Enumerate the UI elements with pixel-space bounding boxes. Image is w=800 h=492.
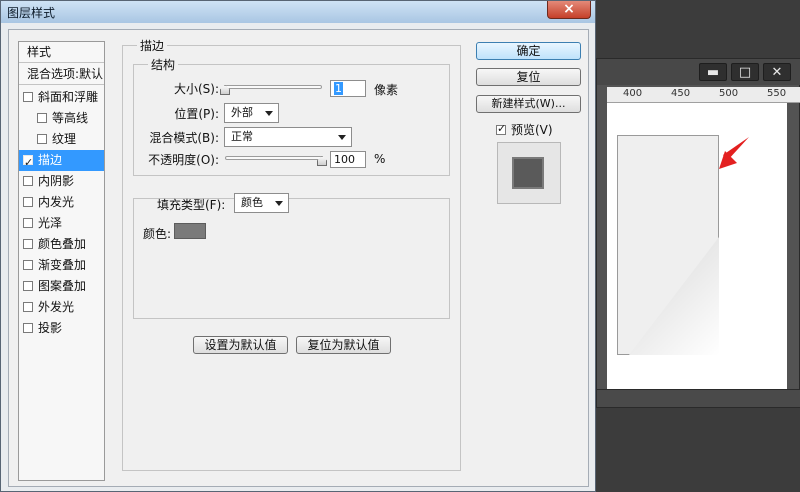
horizontal-ruler: 400 450 500 550 — [607, 87, 800, 103]
style-item-stroke[interactable]: 描边 — [19, 150, 104, 173]
new-style-button[interactable]: 新建样式(W)... — [476, 95, 581, 113]
checkbox[interactable] — [23, 197, 33, 207]
checkbox[interactable] — [37, 113, 47, 123]
stroke-section-title: 描边 — [137, 37, 168, 54]
checkbox[interactable] — [23, 302, 33, 312]
style-item-texture[interactable]: 纹理 — [19, 129, 104, 150]
reset-button[interactable]: 复位 — [476, 68, 581, 86]
make-default-button[interactable]: 设置为默认值 — [193, 336, 288, 354]
size-slider[interactable] — [225, 85, 322, 89]
opacity-label: 不透明度(O): — [148, 153, 219, 167]
blend-mode-label: 混合模式(B): — [149, 131, 219, 145]
style-item-color-overlay[interactable]: 颜色叠加 — [19, 234, 104, 255]
checkbox[interactable] — [23, 92, 33, 102]
preview-label: 预览(V) — [511, 123, 553, 137]
style-item-inner-shadow[interactable]: 内阴影 — [19, 171, 104, 192]
ruler-tick: 450 — [671, 88, 691, 99]
horizontal-scrollbar[interactable] — [597, 389, 800, 407]
style-preview-box — [497, 142, 561, 204]
opacity-input[interactable]: 100 — [330, 151, 366, 168]
chevron-down-icon — [265, 111, 273, 116]
dialog-body: 样式 混合选项:默认 斜面和浮雕 等高线 纹理 描边 内阴影 内发光 光泽 — [8, 29, 589, 487]
opacity-unit: % — [374, 152, 386, 166]
color-swatch[interactable] — [174, 223, 206, 239]
size-label: 大小(S): — [173, 82, 219, 96]
checkbox[interactable] — [23, 218, 33, 228]
style-item-outer-glow[interactable]: 外发光 — [19, 297, 104, 318]
structure-group-title: 结构 — [148, 56, 179, 73]
layer-style-dialog: 图层样式 × 样式 混合选项:默认 斜面和浮雕 等高线 纹理 描边 内阴影 内发 — [0, 0, 596, 492]
style-item-label: 纹理 — [52, 132, 77, 146]
maximize-icon[interactable]: □ — [731, 63, 759, 81]
style-item-label: 等高线 — [52, 111, 89, 125]
preview-checkbox[interactable] — [496, 122, 506, 135]
fill-type-select[interactable]: 颜色 — [234, 193, 289, 213]
style-item-label: 图案叠加 — [38, 279, 87, 293]
document-window-titlebar: ▬ □ ✕ — [597, 59, 800, 85]
style-item-label: 投影 — [38, 321, 63, 335]
dialog-titlebar[interactable]: 图层样式 × — [1, 1, 595, 23]
style-item-label: 颜色叠加 — [38, 237, 87, 251]
style-item-label: 外发光 — [38, 300, 75, 314]
background-document-window: ▬ □ ✕ 400 450 500 550 — [596, 58, 800, 408]
position-label: 位置(P): — [174, 107, 219, 121]
position-select[interactable]: 外部 — [224, 103, 279, 123]
preview-toggle[interactable]: 预览(V) — [496, 121, 553, 138]
blend-mode-select[interactable]: 正常 — [224, 127, 352, 147]
style-item-contour[interactable]: 等高线 — [19, 108, 104, 129]
checkbox-checked[interactable] — [23, 152, 33, 173]
ruler-tick: 550 — [767, 88, 787, 99]
style-item-pattern-overlay[interactable]: 图案叠加 — [19, 276, 104, 297]
stroke-section: 描边 结构 大小(S): 1 像素 位置(P): 外部 混合模式(B): 正常 … — [122, 37, 461, 471]
checkbox[interactable] — [23, 239, 33, 249]
style-item-label: 渐变叠加 — [38, 258, 87, 272]
style-item-satin[interactable]: 光泽 — [19, 213, 104, 234]
color-label: 颜色: — [143, 227, 172, 241]
style-item-label: 光泽 — [38, 216, 63, 230]
close-icon[interactable]: ✕ — [763, 63, 791, 81]
ok-button[interactable]: 确定 — [476, 42, 581, 60]
style-item-drop-shadow[interactable]: 投影 — [19, 318, 104, 339]
size-input[interactable]: 1 — [330, 80, 366, 97]
style-list: 样式 混合选项:默认 斜面和浮雕 等高线 纹理 描边 内阴影 内发光 光泽 — [18, 41, 105, 481]
style-item-bevel-emboss[interactable]: 斜面和浮雕 — [19, 87, 104, 108]
checkbox[interactable] — [23, 176, 33, 186]
ruler-tick: 400 — [623, 88, 643, 99]
blending-options-item[interactable]: 混合选项:默认 — [19, 64, 104, 85]
structure-group: 结构 大小(S): 1 像素 位置(P): 外部 混合模式(B): 正常 不透明… — [133, 56, 450, 176]
checkbox[interactable] — [23, 323, 33, 333]
style-preview-swatch — [512, 157, 544, 189]
fill-group: 填充类型(F): 颜色 颜色: — [133, 193, 450, 319]
size-unit: 像素 — [374, 83, 399, 97]
style-item-label: 内阴影 — [38, 174, 75, 188]
chevron-down-icon — [275, 201, 283, 206]
style-item-gradient-overlay[interactable]: 渐变叠加 — [19, 255, 104, 276]
red-arrow-icon — [719, 137, 749, 169]
style-item-label: 内发光 — [38, 195, 75, 209]
checkbox[interactable] — [23, 281, 33, 291]
document-canvas[interactable] — [607, 103, 787, 389]
close-icon[interactable]: × — [547, 1, 591, 19]
checkbox[interactable] — [37, 134, 47, 144]
style-item-inner-glow[interactable]: 内发光 — [19, 192, 104, 213]
style-list-header[interactable]: 样式 — [19, 42, 104, 63]
fill-type-label: 填充类型(F): — [157, 198, 226, 212]
style-item-label: 斜面和浮雕 — [38, 90, 99, 104]
checkbox[interactable] — [23, 260, 33, 270]
minimize-icon[interactable]: ▬ — [699, 63, 727, 81]
opacity-slider[interactable] — [225, 156, 322, 160]
dialog-title: 图层样式 — [7, 6, 56, 20]
reset-to-default-button[interactable]: 复位为默认值 — [296, 336, 391, 354]
style-item-label: 描边 — [38, 153, 63, 167]
ruler-tick: 500 — [719, 88, 739, 99]
chevron-down-icon — [338, 135, 346, 140]
